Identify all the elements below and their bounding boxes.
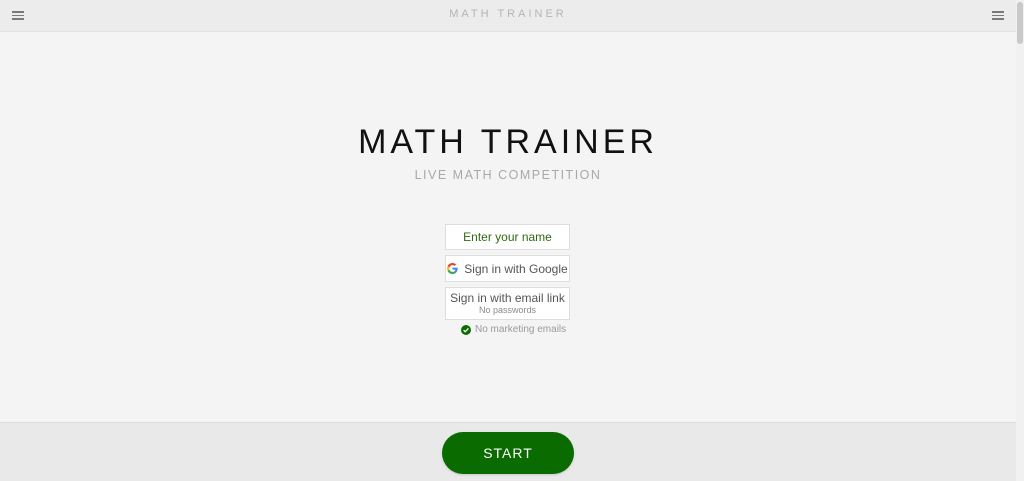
top-bar: MATH TRAINER xyxy=(0,0,1016,32)
page-title: MATH TRAINER xyxy=(358,123,658,161)
google-sign-in-label: Sign in with Google xyxy=(464,261,568,276)
bottom-bar: START xyxy=(0,422,1016,481)
google-sign-in-button[interactable]: Sign in with Google xyxy=(445,255,570,282)
page-subtitle: LIVE MATH COMPETITION xyxy=(414,168,602,182)
no-marketing-label: No marketing emails xyxy=(475,324,567,335)
hamburger-menu-icon[interactable] xyxy=(992,11,1004,20)
email-sign-in-sublabel: No passwords xyxy=(478,305,537,315)
no-marketing-note: No marketing emails xyxy=(461,324,566,335)
scrollbar-thumb[interactable] xyxy=(1017,2,1023,44)
top-bar-title: MATH TRAINER xyxy=(449,8,567,20)
email-sign-in-button[interactable]: Sign in with email link No passwords xyxy=(445,287,570,320)
email-sign-in-label: Sign in with email link xyxy=(450,291,565,305)
scrollbar[interactable] xyxy=(1016,0,1024,481)
start-button[interactable]: START xyxy=(442,432,574,474)
google-logo-icon xyxy=(447,263,458,274)
name-input[interactable] xyxy=(445,224,570,250)
check-circle-icon xyxy=(461,324,471,335)
page: MATH TRAINER MATH TRAINER LIVE MATH COMP… xyxy=(0,0,1024,481)
